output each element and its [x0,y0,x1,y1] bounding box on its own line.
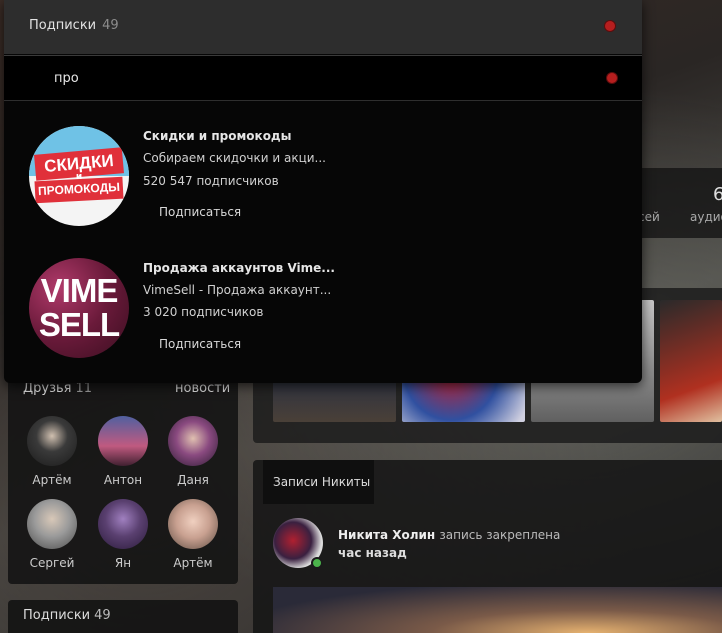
subscriptions-dropdown: Подписки 49 СКИДКИ и ПРОМОКОДЫ Скидки и п… [4,0,642,383]
post-action-text: запись закреплена [439,528,561,542]
dropdown-title: Подписки 49 [29,18,119,33]
friend-item[interactable]: Артём [161,499,225,570]
close-icon[interactable] [605,21,615,31]
avatar [27,499,77,549]
dropdown-count: 49 [102,18,119,33]
result-subscribers: 520 547 подписчиков [143,174,279,188]
avatar [168,416,218,466]
subscribe-button[interactable]: Подписаться [149,199,245,225]
logo-text: VIME [40,272,119,309]
subscribe-button[interactable]: Подписаться [149,331,245,357]
result-description: VimeSell - Продажа аккаунт... [143,283,332,297]
avatar [98,416,148,466]
result-name[interactable]: Продажа аккаунтов Vime... [143,261,335,275]
subscriptions-count: 49 [94,608,111,623]
wall-tab-label[interactable]: Записи Никиты [273,475,370,489]
search-result-item[interactable]: СКИДКИ и ПРОМОКОДЫ Скидки и промокоды Со… [4,110,642,240]
avatar [168,499,218,549]
dropdown-header: Подписки 49 [4,0,642,54]
friends-count: 11 [75,381,93,396]
logo-text: SELL [38,306,120,343]
search-result-item[interactable]: VIME SELL Продажа аккаунтов Vime... Vime… [4,242,642,372]
dropdown-title-text: Подписки [29,18,97,33]
skidki-logo-icon: СКИДКИ и ПРОМОКОДЫ [29,126,129,226]
friends-title: Друзья [23,381,72,396]
friend-name: Даня [177,473,209,487]
friend-name: Антон [103,473,143,487]
avatar[interactable]: VIME SELL [29,258,129,358]
friend-item[interactable]: Даня [161,416,225,487]
result-name[interactable]: Скидки и промокоды [143,129,291,143]
post-image[interactable] [273,587,722,633]
post-header: Никита Холин запись закреплена [338,528,560,542]
friend-name: Сергей [29,556,75,570]
friend-name: Артём [32,473,72,487]
post-time[interactable]: час назад [338,546,407,560]
result-subscribers: 3 020 подписчиков [143,305,264,319]
avatar [27,416,77,466]
friend-name: Артём [173,556,213,570]
result-description: Собираем скидочки и акци... [143,151,326,165]
search-row [4,55,642,101]
stat-audio-count[interactable]: 6 [713,184,722,205]
subscriptions-header[interactable]: Подписки 49 [23,608,111,623]
photo-thumb[interactable] [660,300,722,422]
friend-name: Ян [114,556,132,570]
avatar[interactable]: СКИДКИ и ПРОМОКОДЫ [29,126,129,226]
clear-search-icon[interactable] [607,73,617,83]
avatar [98,499,148,549]
subscriptions-title: Подписки [23,608,91,623]
friend-item[interactable]: Антон [91,416,155,487]
search-input[interactable] [54,66,594,90]
friends-news-link[interactable]: новости [175,381,230,396]
vimesell-logo-icon: VIME SELL [29,258,129,358]
friend-item[interactable]: Артём [20,416,84,487]
friend-item[interactable]: Сергей [20,499,84,570]
friend-item[interactable]: Ян [91,499,155,570]
stat-audio-label[interactable]: аудио [690,210,722,224]
profile-stats-bar [640,168,722,238]
friends-header[interactable]: Друзья 11 [23,381,92,396]
online-indicator-icon [311,557,323,569]
post-author-link[interactable]: Никита Холин [338,528,435,542]
